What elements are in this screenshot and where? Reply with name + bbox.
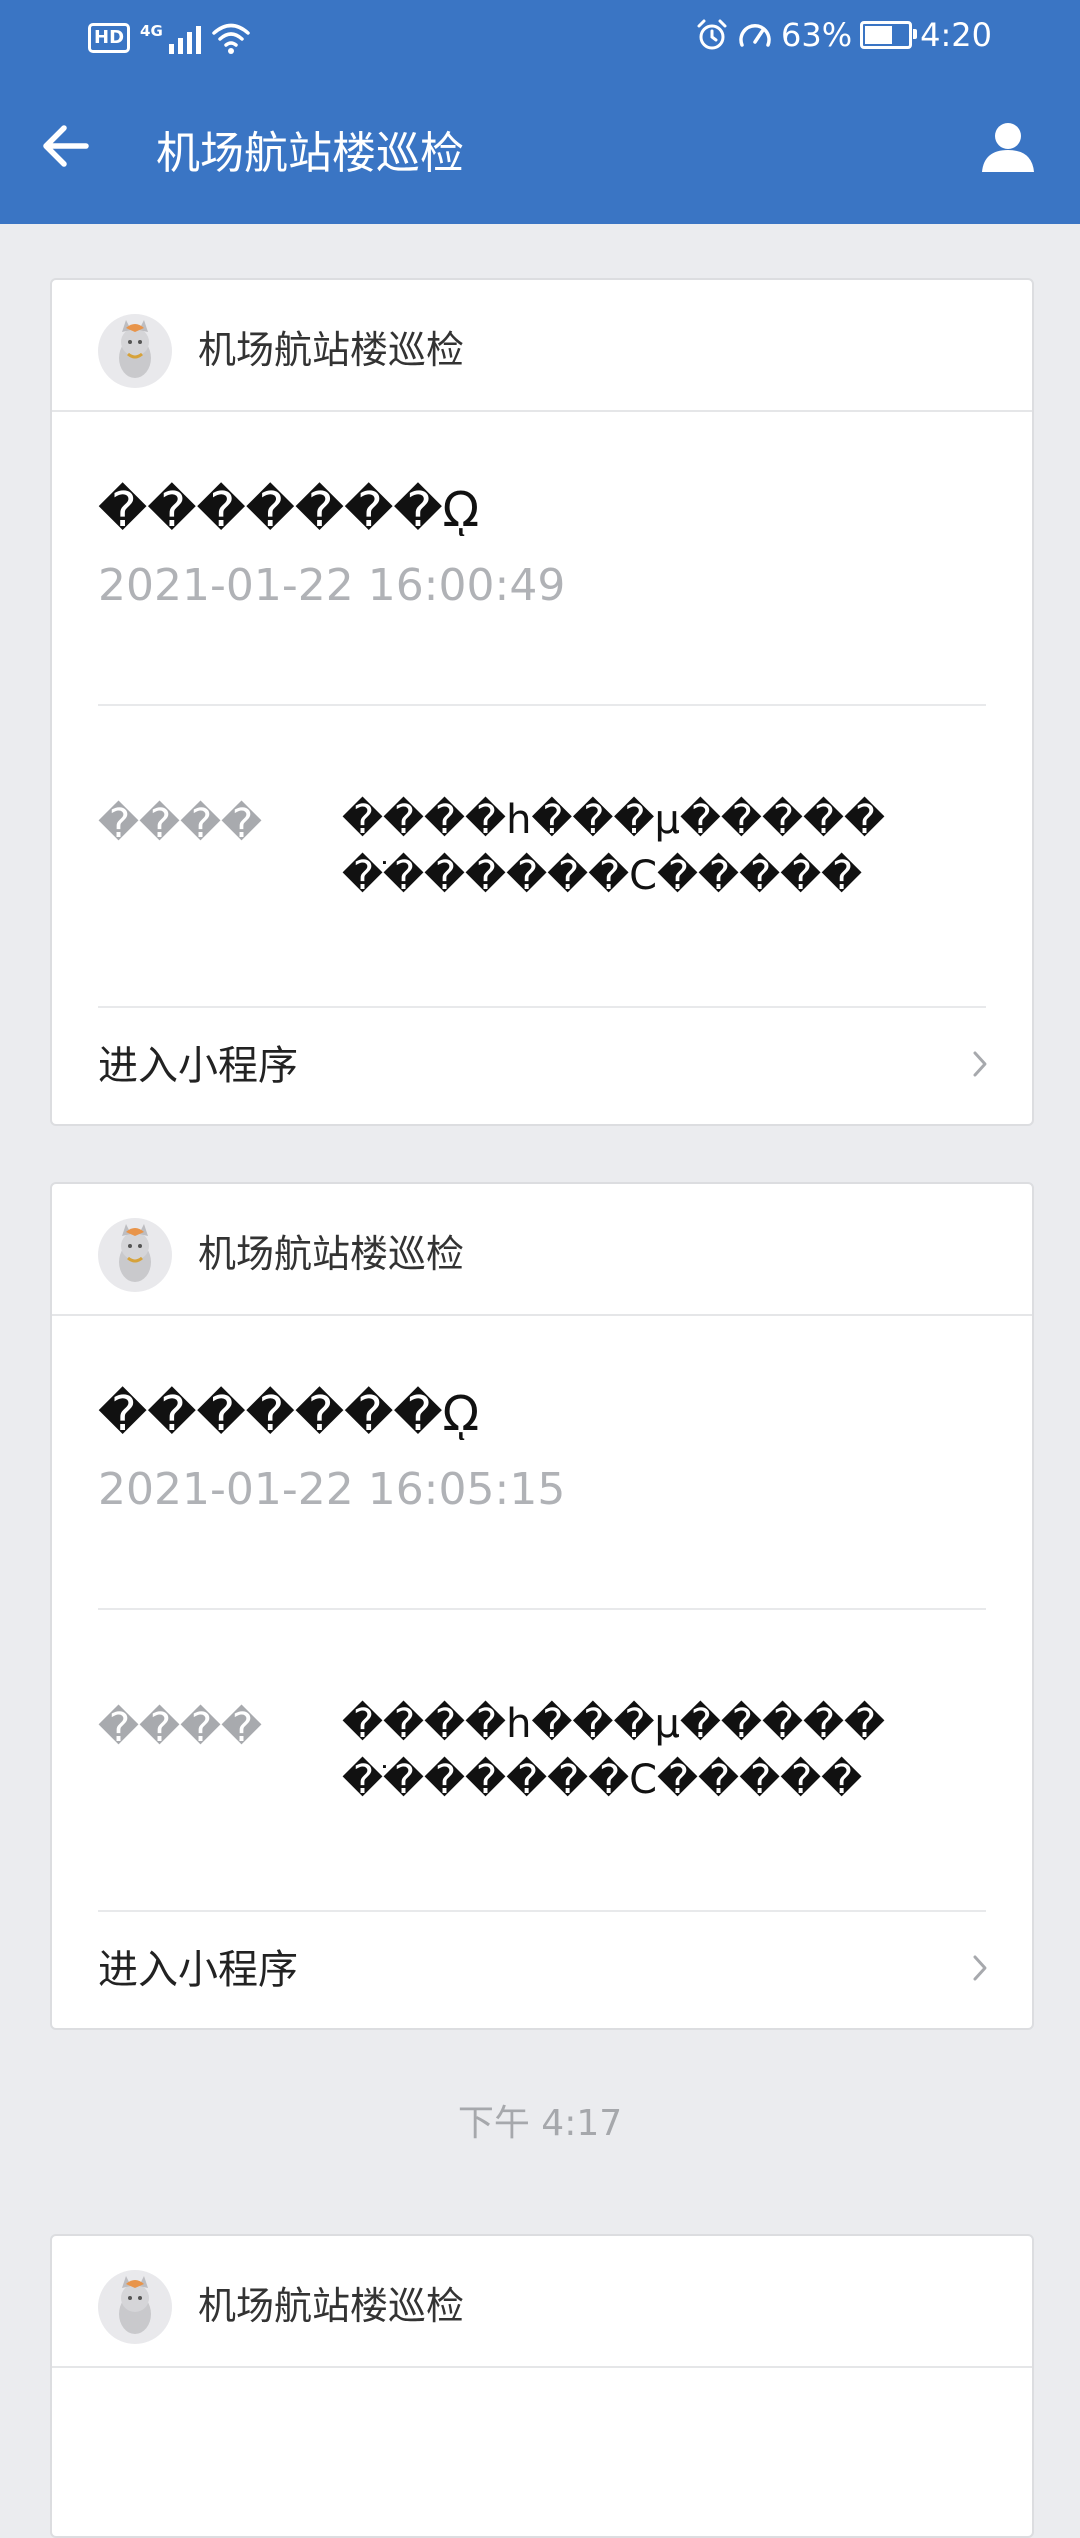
status-bar: HD 4G 63% 4:20: [0, 0, 1080, 80]
chevron-right-icon: [973, 1955, 987, 1981]
chevron-right-icon: [973, 1051, 987, 1077]
message-card: 机场航站楼巡检 �������ῼ 2021-01-22 16:05:15 ���…: [50, 1182, 1034, 2030]
back-arrow-icon[interactable]: [36, 116, 96, 176]
nav-bar: 机场航站楼巡检: [0, 80, 1080, 224]
account-name: 机场航站楼巡检: [198, 328, 465, 372]
account-name: 机场航站楼巡检: [198, 1232, 465, 1276]
avatar: [98, 1218, 172, 1292]
message-timestamp: 2021-01-22 16:05:15: [98, 1464, 566, 1515]
avatar: [98, 2270, 172, 2344]
enter-mini-program-label: 进入小程序: [98, 1043, 298, 1089]
message-card: 机场航站楼巡检: [50, 2234, 1034, 2538]
message-title: �������ῼ: [98, 1386, 480, 1442]
wifi-icon: [212, 23, 250, 54]
card-header: 机场航站楼巡检: [52, 280, 1032, 412]
time-separator: 下午 4:17: [457, 2103, 623, 2144]
message-card: 机场航站楼巡检 �������ῼ 2021-01-22 16:00:49 ���…: [50, 278, 1034, 1126]
field-value: ����h���µ������ֹ������C�����: [342, 1701, 885, 1803]
battery-percentage: 63%: [781, 16, 853, 54]
battery-icon: [860, 21, 918, 49]
card-header: 机场航站楼巡检: [52, 1184, 1032, 1316]
cellular-signal-icon: 4G: [140, 22, 201, 54]
page-title: 机场航站楼巡检: [156, 128, 464, 179]
alarm-icon: [697, 19, 727, 50]
divider: [98, 1608, 986, 1610]
field-label: ����: [98, 801, 263, 847]
hd-icon: HD: [88, 23, 131, 53]
enter-mini-program-button[interactable]: 进入小程序: [52, 1910, 1032, 2028]
message-title: �������ῼ: [98, 482, 480, 538]
user-profile-icon[interactable]: [978, 116, 1038, 176]
speedometer-icon: [739, 24, 771, 47]
account-name: 机场航站楼巡检: [198, 2284, 465, 2328]
avatar: [98, 314, 172, 388]
field-value: ����h���µ������ֹ������C�����: [342, 797, 885, 899]
top-bar: HD 4G 63% 4:20 机场航站楼巡检: [0, 0, 1080, 224]
enter-mini-program-button[interactable]: 进入小程序: [52, 1006, 1032, 1124]
message-timestamp: 2021-01-22 16:00:49: [98, 560, 566, 611]
field-label: ����: [98, 1705, 263, 1751]
enter-mini-program-label: 进入小程序: [98, 1947, 298, 1993]
divider: [98, 704, 986, 706]
clock: 4:20: [920, 16, 992, 54]
card-header: 机场航站楼巡检: [52, 2236, 1032, 2368]
